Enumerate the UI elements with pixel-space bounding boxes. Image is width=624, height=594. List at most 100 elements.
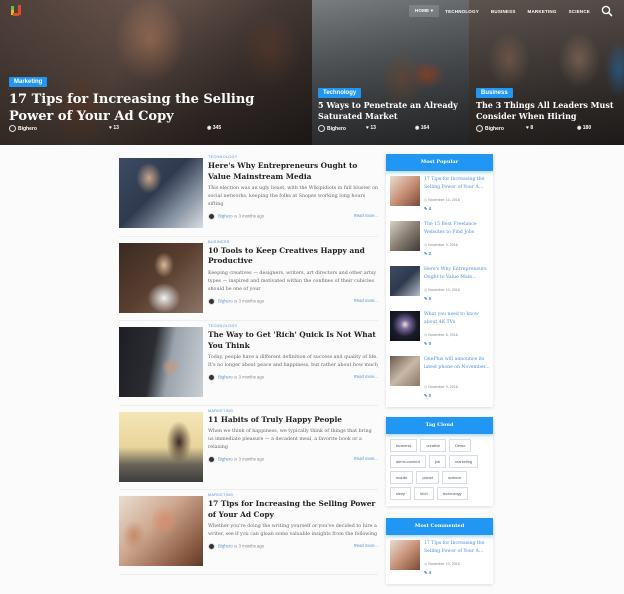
article-thumbnail[interactable] [119, 242, 203, 313]
tag[interactable]: Demo [448, 439, 472, 452]
author-link[interactable]: Bighero [218, 544, 232, 549]
nav-marketing[interactable]: MARKETING [522, 6, 563, 17]
article-category[interactable]: TECHNOLOGY [208, 155, 378, 159]
author-link[interactable]: Bighero [218, 457, 232, 462]
article-meta: Bighero ◷ 3 months ago Read more... [208, 455, 378, 463]
tag[interactable]: job [428, 455, 446, 468]
post-thumbnail[interactable] [390, 176, 420, 206]
article-title[interactable]: 11 Habits of Truly Happy People [208, 415, 378, 426]
main-nav: HOME ▾ TECHNOLOGY BUSINESS MARKETING SCI… [408, 4, 624, 18]
nav-technology[interactable]: TECHNOLOGY [439, 6, 485, 17]
avatar [208, 543, 215, 551]
article-title[interactable]: 17 Tips for Increasing the Selling Power… [208, 499, 378, 520]
article-title[interactable]: Here's Why Entrepreneurs Ought to Value … [208, 161, 378, 182]
author-link[interactable]: Bighero [218, 214, 232, 219]
tag[interactable]: demo-content [390, 455, 426, 468]
article-excerpt: Today, people have a different definitio… [208, 355, 378, 369]
category-badge[interactable]: Business [476, 88, 513, 98]
article-category[interactable]: MARKETING [208, 409, 378, 413]
read-more-link[interactable]: Read more... [354, 456, 378, 461]
most-commented-widget: Most Commented 17 Tips for Increasing th… [386, 518, 493, 584]
tag[interactable]: technology [436, 487, 468, 500]
popular-item: What you need to know about 4K TVs ◷ Nov… [386, 306, 493, 351]
tag[interactable]: planet [416, 471, 440, 484]
post-date: ◷ November 9, 2016 [424, 243, 458, 247]
search-icon[interactable] [600, 4, 614, 18]
category-badge[interactable]: Marketing [9, 77, 48, 87]
post-title[interactable]: 17 Tips for Increasing the Selling Power… [424, 176, 490, 191]
article-thumbnail[interactable] [119, 496, 203, 566]
article-title[interactable]: 10 Tools to Keep Creatives Happy and Pro… [208, 246, 378, 267]
post-title[interactable]: 17 Tips for Increasing the Selling Power… [424, 540, 490, 555]
author-link[interactable]: Bighero [218, 375, 232, 380]
post-title[interactable]: The 15 Best Freelance Websites to Find J… [424, 221, 490, 236]
article-meta: Bighero ◷ 3 months ago Read more... [208, 213, 378, 221]
tag[interactable]: science [442, 471, 468, 484]
read-more-link[interactable]: Read more... [354, 213, 378, 218]
article-thumbnail[interactable] [119, 411, 203, 482]
tag-cloud-widget: Tag Cloud business creative Demo demo-co… [386, 417, 493, 506]
article-excerpt: Keeping creatives — designers, writers, … [208, 270, 377, 292]
tag[interactable]: sleep [390, 487, 412, 500]
tag[interactable]: business [390, 439, 418, 452]
author[interactable]: Bighero [318, 125, 346, 132]
post-title[interactable]: OnePlus will announce its latest phone o… [424, 356, 490, 371]
article-category[interactable]: BUSINESS [208, 240, 378, 244]
read-more-link[interactable]: Read more... [354, 374, 378, 379]
author[interactable]: Bighero [9, 125, 37, 132]
read-more-link[interactable]: Read more... [354, 543, 378, 548]
popular-item: Here's Why Entrepreneurs Ought to Value … [386, 261, 493, 306]
author-link[interactable]: Bighero [218, 298, 232, 303]
tag[interactable]: tech [414, 487, 434, 500]
post-thumbnail[interactable] [390, 311, 420, 341]
post-thumbnail[interactable] [390, 356, 420, 386]
post-date: ◷ November 9, 2016 [424, 385, 458, 389]
article-category[interactable]: MARKETING [208, 493, 378, 497]
category-badge[interactable]: Technology [318, 88, 362, 98]
article-excerpt: Whether you're doing the writing yoursel… [208, 524, 378, 538]
article-item: TECHNOLOGY The Way to Get 'Rich' Quick I… [119, 321, 378, 406]
comment-count: ✎ 0 [424, 341, 432, 346]
post-title[interactable]: Here's Why Entrepreneurs Ought to Value … [424, 266, 490, 281]
tag[interactable]: marketing [449, 455, 479, 468]
post-thumbnail[interactable] [390, 221, 420, 251]
hero-featured-post-2[interactable]: Technology 5 Ways to Penetrate an Alread… [312, 0, 469, 145]
read-more-link[interactable]: Read more... [354, 298, 378, 303]
popular-item: The 15 Best Freelance Websites to Find J… [386, 216, 493, 261]
commented-item: 17 Tips for Increasing the Selling Power… [386, 535, 493, 580]
comment-count: ✎ 4 [424, 206, 432, 211]
likes-count: ♥ 8 [526, 125, 534, 131]
post-title[interactable]: What you need to know about 4K TVs [424, 311, 490, 326]
most-popular-widget: Most Popular 17 Tips for Increasing the … [386, 154, 493, 407]
article-excerpt: When we think of happiness, we typically… [208, 429, 372, 451]
tag[interactable]: creative [420, 439, 446, 452]
avatar [208, 374, 215, 382]
likes-count: ♥ 13 [366, 125, 376, 131]
nav-home[interactable]: HOME ▾ [408, 5, 440, 17]
popular-item: OnePlus will announce its latest phone o… [386, 351, 493, 403]
nav-science[interactable]: SCIENCE [563, 6, 596, 17]
article-category[interactable]: TECHNOLOGY [208, 324, 378, 328]
post-thumbnail[interactable] [390, 540, 420, 570]
hero-featured-post-1[interactable]: Marketing 17 Tips for Increasing the Sel… [0, 0, 312, 145]
hero-slider: Marketing 17 Tips for Increasing the Sel… [0, 0, 624, 145]
tag[interactable]: mobile [390, 471, 414, 484]
hero-title[interactable]: 17 Tips for Increasing the Selling Power… [9, 92, 299, 126]
article-item: MARKETING 11 Habits of Truly Happy Peopl… [119, 406, 378, 490]
likes-count: ♥ 13 [109, 125, 119, 131]
popular-item: 17 Tips for Increasing the Selling Power… [386, 171, 493, 216]
views-count: ◉ 164 [415, 125, 430, 131]
tag-list: business creative Demo demo-content job … [386, 434, 493, 502]
post-thumbnail[interactable] [390, 266, 420, 296]
site-logo-icon[interactable] [10, 4, 22, 18]
hero-title[interactable]: The 3 Things All Leaders Must Consider W… [476, 100, 616, 122]
article-title[interactable]: The Way to Get 'Rich' Quick Is Not What … [208, 330, 378, 351]
hero-featured-post-3[interactable]: Business The 3 Things All Leaders Must C… [469, 0, 624, 145]
post-date: ◷ November 10, 2016 [424, 198, 460, 202]
author[interactable]: Bighero [476, 125, 504, 132]
hero-title[interactable]: 5 Ways to Penetrate an Already Saturated… [318, 100, 458, 122]
article-thumbnail[interactable] [119, 327, 203, 397]
post-date: ◷ November 10, 2016 [424, 562, 460, 566]
nav-business[interactable]: BUSINESS [485, 6, 522, 17]
article-thumbnail[interactable] [119, 158, 203, 228]
